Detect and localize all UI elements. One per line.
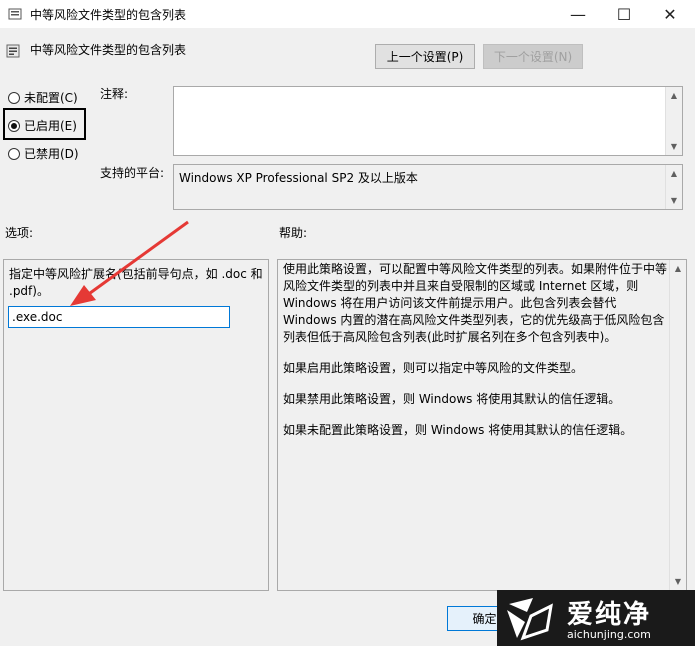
watermark-brand: 爱纯净: [567, 600, 652, 630]
watermark-url: aichunjing.com: [567, 628, 651, 641]
annotation-arrow: [70, 220, 189, 306]
watermark-logo-icon: [507, 598, 553, 641]
watermark: 爱纯净 aichunjing.com: [497, 590, 695, 646]
